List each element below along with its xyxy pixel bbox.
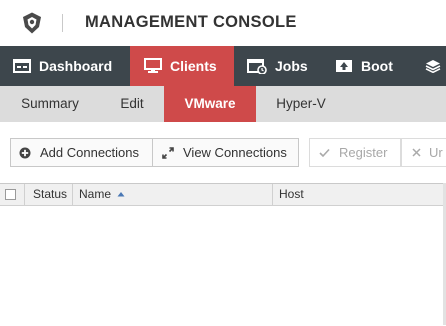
layers-icon [425, 60, 441, 73]
add-connections-label: Add Connections [40, 145, 140, 160]
sort-ascending-icon [117, 192, 125, 197]
nav-item-label: Boot [361, 58, 393, 74]
nav-item-label: Jobs [275, 58, 308, 74]
nav-item-dashboard[interactable]: Dashboard [0, 46, 130, 86]
nav-item-boot[interactable]: Boot [320, 46, 412, 86]
app-header: MANAGEMENT CONSOLE [0, 0, 446, 46]
monitor-icon [144, 58, 162, 73]
unregister-label: Ur [429, 145, 443, 160]
subtab-summary[interactable]: Summary [0, 86, 100, 122]
subtab-vmware[interactable]: VMware [164, 86, 256, 122]
column-header-name-label: Name [79, 187, 112, 201]
subtab-edit[interactable]: Edit [100, 86, 164, 122]
table-header: Status Name Host [0, 184, 446, 206]
check-icon [319, 148, 330, 157]
view-connections-label: View Connections [183, 145, 287, 160]
nav-item-label: Dashboard [39, 58, 113, 74]
close-icon [412, 148, 421, 157]
column-header-name[interactable]: Name [72, 184, 272, 205]
main-nav: Dashboard Clients Jobs Boot [0, 46, 446, 86]
subtab-hyper-v[interactable]: Hyper-V [256, 86, 346, 122]
dashboard-icon [13, 59, 31, 73]
table-body [0, 206, 443, 326]
register-button[interactable]: Register [309, 138, 401, 167]
column-header-host[interactable]: Host [272, 184, 443, 205]
column-header-status[interactable]: Status [24, 184, 72, 205]
unregister-button[interactable]: Ur [401, 138, 446, 167]
nav-item-more[interactable] [412, 46, 446, 86]
select-all-checkbox[interactable] [5, 189, 16, 200]
nav-item-label: Clients [170, 58, 217, 74]
shield-logo-icon [23, 12, 41, 34]
connections-table: Status Name Host [0, 183, 446, 325]
calendar-icon [247, 59, 267, 74]
sub-nav: Summary Edit VMware Hyper-V [0, 86, 446, 122]
expand-arrows-icon [162, 146, 174, 159]
nav-item-jobs[interactable]: Jobs [234, 46, 320, 86]
nav-item-clients[interactable]: Clients [130, 46, 234, 86]
boot-icon [336, 60, 352, 72]
app-title: MANAGEMENT CONSOLE [85, 13, 297, 31]
header-divider [62, 14, 63, 32]
view-connections-button[interactable]: View Connections [152, 138, 299, 167]
add-connections-button[interactable]: Add Connections [10, 138, 153, 167]
plus-circle-icon [19, 147, 31, 158]
register-label: Register [339, 145, 388, 160]
select-all-cell [0, 184, 24, 205]
